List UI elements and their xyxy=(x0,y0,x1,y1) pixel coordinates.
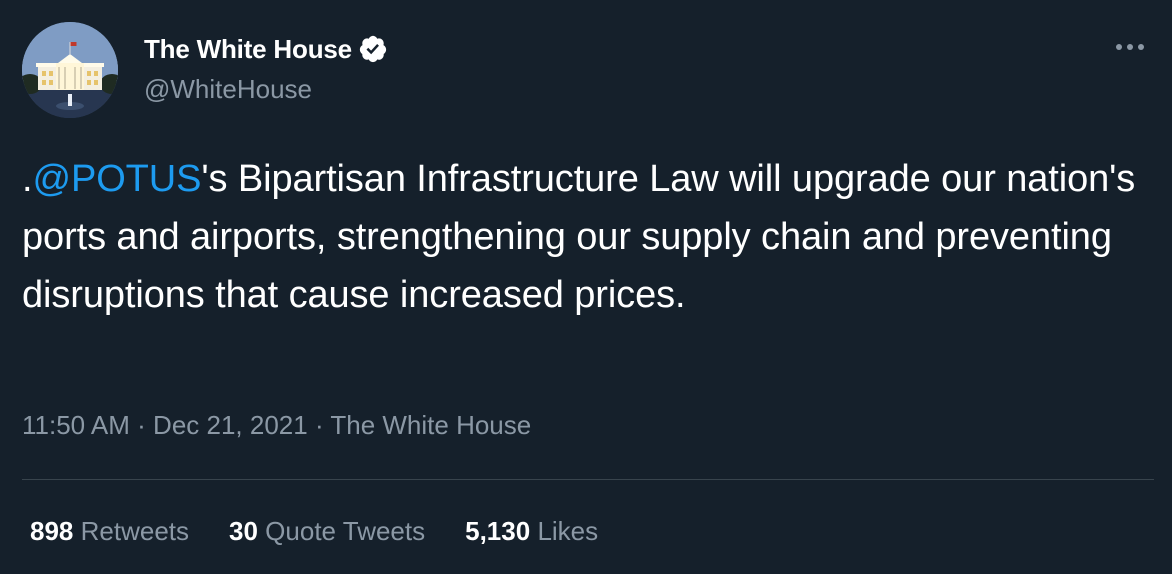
author-name[interactable]: The White House xyxy=(144,34,352,65)
quote-tweets-stat[interactable]: 30 Quote Tweets xyxy=(229,516,425,547)
meta-separator: · xyxy=(129,410,154,440)
retweets-count: 898 xyxy=(30,516,74,546)
tweet-text: .@POTUS's Bipartisan Infrastructure Law … xyxy=(22,150,1152,324)
more-options-icon xyxy=(1116,44,1144,50)
tweet-meta: 11:50 AM · Dec 21, 2021 · The White Hous… xyxy=(22,410,531,441)
tweet-card: The White House @WhiteHouse .@POTUS's Bi… xyxy=(0,0,1172,574)
tweet-time[interactable]: 11:50 AM xyxy=(22,410,130,440)
tweet-date[interactable]: Dec 21, 2021 xyxy=(153,410,308,440)
likes-stat[interactable]: 5,130 Likes xyxy=(465,516,598,547)
more-options-button[interactable] xyxy=(1112,32,1148,62)
white-house-building-icon xyxy=(22,22,118,118)
mention-link[interactable]: @POTUS xyxy=(32,158,201,200)
likes-label: Likes xyxy=(537,516,599,546)
meta-separator: · xyxy=(307,410,331,440)
quote-tweets-count: 30 xyxy=(229,516,258,546)
retweets-label: Retweets xyxy=(80,516,190,546)
tweet-stats: 898 Retweets 30 Quote Tweets 5,130 Likes xyxy=(30,516,638,547)
avatar[interactable] xyxy=(22,22,118,118)
divider xyxy=(22,479,1154,480)
tweet-source[interactable]: The White House xyxy=(330,410,531,440)
quote-tweets-label: Quote Tweets xyxy=(265,516,426,546)
tweet-prefix: . xyxy=(22,158,33,200)
verified-badge-icon xyxy=(358,34,388,64)
likes-count: 5,130 xyxy=(465,516,531,546)
retweets-stat[interactable]: 898 Retweets xyxy=(30,516,189,547)
author-handle[interactable]: @WhiteHouse xyxy=(144,74,312,105)
author-name-row: The White House xyxy=(144,32,388,66)
